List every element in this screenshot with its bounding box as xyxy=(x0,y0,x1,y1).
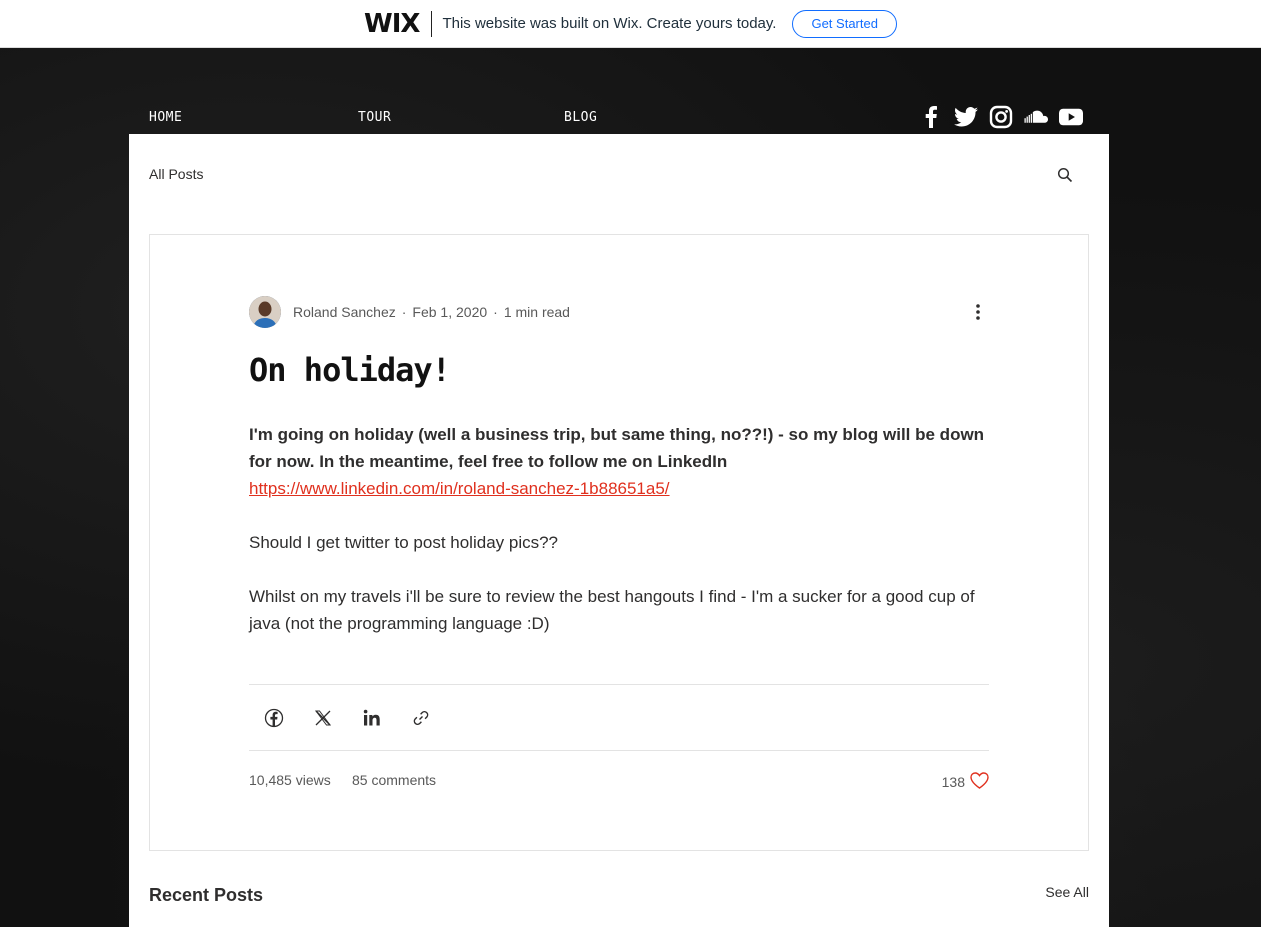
meta-separator: · xyxy=(401,304,407,320)
share-bar xyxy=(249,684,989,751)
nav-item-blog[interactable]: BLOG xyxy=(564,110,597,125)
soundcloud-icon[interactable] xyxy=(1024,105,1048,129)
comment-count[interactable]: 85 comments xyxy=(352,772,436,788)
social-bar xyxy=(919,105,1083,129)
avatar[interactable] xyxy=(249,296,281,328)
see-all-link[interactable]: See All xyxy=(1045,884,1089,900)
wix-logo[interactable]: WIX xyxy=(364,9,420,39)
nav-item-tour[interactable]: TOUR xyxy=(358,110,391,125)
site-nav: HOME TOUR BLOG xyxy=(129,100,1109,134)
banner-message: This website was built on Wix. Create yo… xyxy=(442,15,777,32)
post-meta: Roland Sanchez · Feb 1, 2020 · 1 min rea… xyxy=(249,296,570,328)
twitter-icon[interactable] xyxy=(954,105,978,129)
instagram-icon[interactable] xyxy=(989,105,1013,129)
get-started-button[interactable]: Get Started xyxy=(792,9,897,38)
view-count: 10,485 views xyxy=(249,772,331,788)
like-button[interactable]: 138 xyxy=(942,772,989,792)
youtube-icon[interactable] xyxy=(1059,105,1083,129)
like-count: 138 xyxy=(941,774,965,790)
banner-divider xyxy=(431,10,433,37)
post-stats: 10,485 views 85 comments 138 xyxy=(249,772,989,794)
post-body: I'm going on holiday (well a business tr… xyxy=(249,421,989,664)
post-card: Roland Sanchez · Feb 1, 2020 · 1 min rea… xyxy=(149,234,1089,851)
post-title: On holiday! xyxy=(249,351,451,389)
paragraph-text: I'm going on holiday (well a business tr… xyxy=(249,425,985,471)
meta-separator: · xyxy=(493,304,498,320)
share-facebook-icon[interactable] xyxy=(249,706,298,730)
recent-posts-heading: Recent Posts xyxy=(149,885,264,905)
read-time: 1 min read xyxy=(503,304,570,320)
all-posts-link[interactable]: All Posts xyxy=(149,166,203,182)
search-icon[interactable] xyxy=(1057,167,1073,188)
post-date: Feb 1, 2020 xyxy=(412,304,488,320)
post-paragraph: Whilst on my travels i'll be sure to rev… xyxy=(249,587,975,633)
wix-banner: WIX This website was built on Wix. Creat… xyxy=(0,0,1261,48)
more-actions-icon[interactable] xyxy=(975,303,981,326)
blog-panel: All Posts Roland Sanchez · Feb 1, 2020 ·… xyxy=(129,134,1109,927)
post-paragraph: I'm going on holiday (well a business tr… xyxy=(249,421,989,502)
linkedin-link[interactable]: https://www.linkedin.com/in/roland-sanch… xyxy=(249,479,670,498)
share-linkedin-icon[interactable] xyxy=(347,706,396,730)
share-x-icon[interactable] xyxy=(298,706,347,730)
heart-icon[interactable] xyxy=(970,772,989,792)
facebook-icon[interactable] xyxy=(919,105,943,129)
copy-link-icon[interactable] xyxy=(396,706,445,730)
nav-item-home[interactable]: HOME xyxy=(149,110,182,125)
author-name[interactable]: Roland Sanchez xyxy=(293,304,396,320)
post-paragraph: Should I get twitter to post holiday pic… xyxy=(249,533,559,552)
